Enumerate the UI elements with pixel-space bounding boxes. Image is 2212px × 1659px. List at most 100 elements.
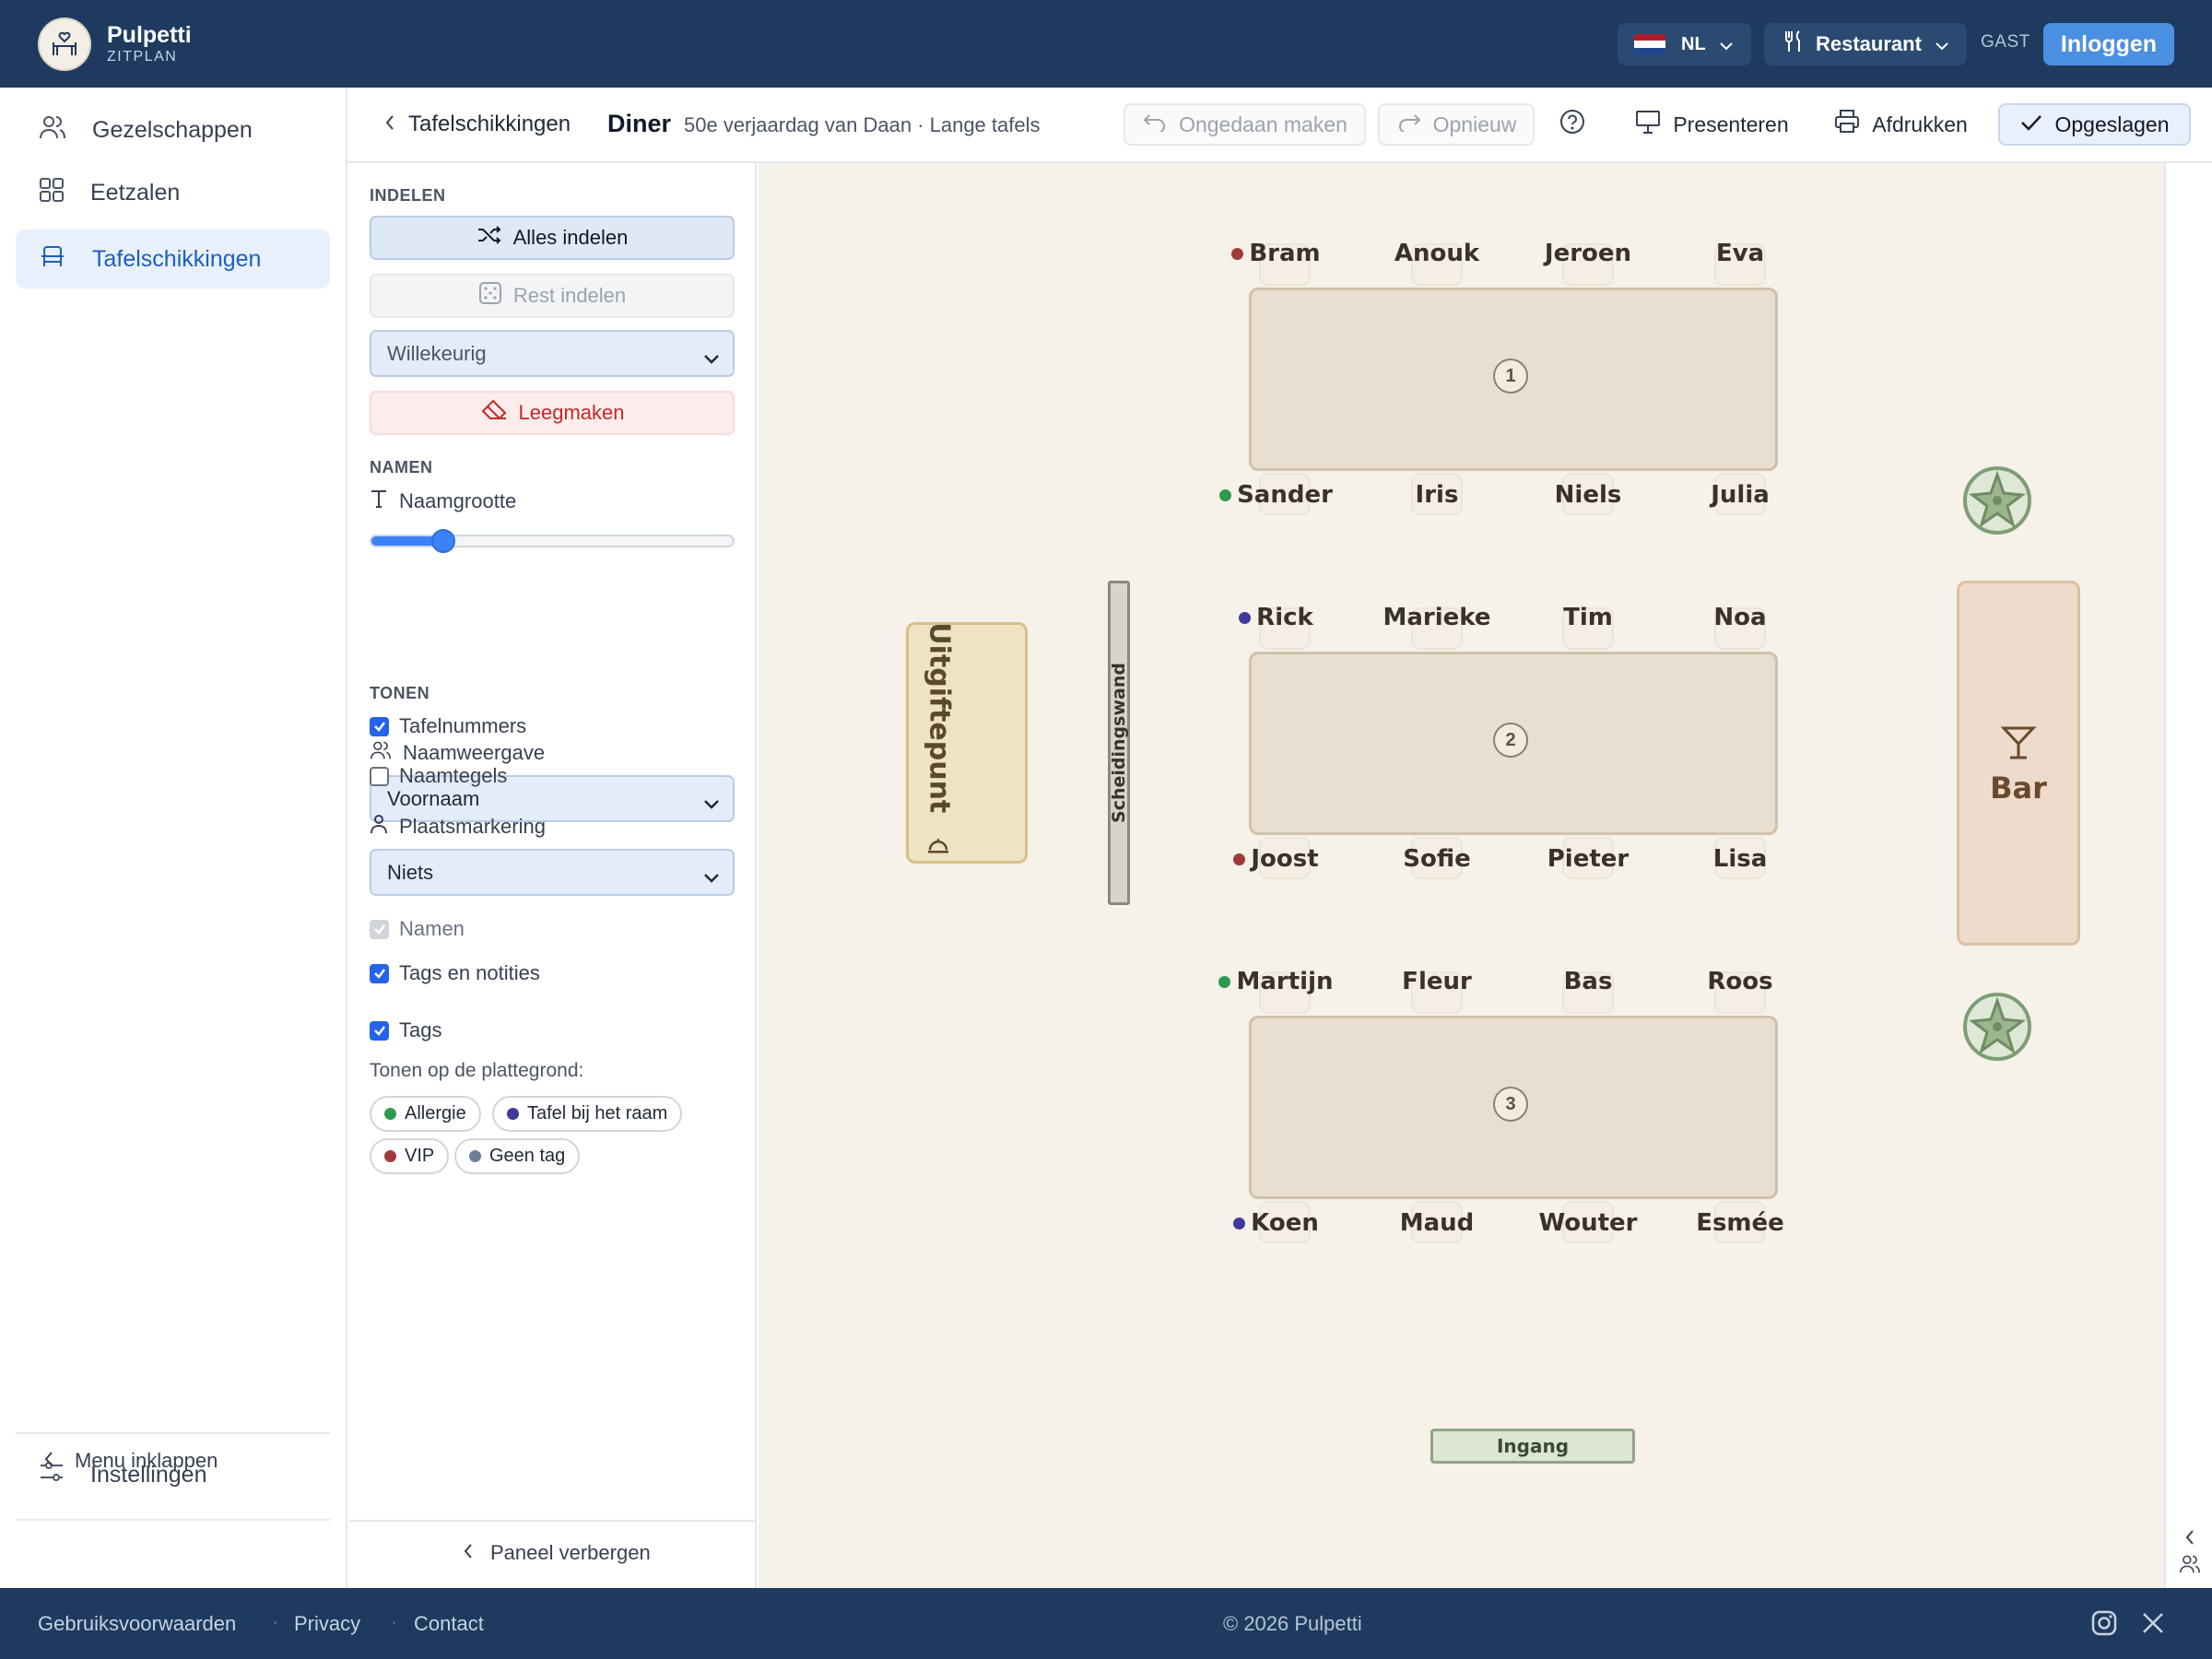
assign-rest-button[interactable]: Rest indelen bbox=[370, 274, 735, 318]
checkbox[interactable] bbox=[370, 919, 389, 939]
login-button[interactable]: Inloggen bbox=[2043, 23, 2174, 65]
tag-dot bbox=[469, 1150, 481, 1162]
present-button[interactable]: Presenteren bbox=[1624, 103, 1799, 146]
sidebar-item-gezelschappen[interactable]: Gezelschappen bbox=[16, 100, 330, 159]
undo-button[interactable]: Ongedaan maken bbox=[1124, 103, 1366, 146]
person-icon bbox=[370, 814, 388, 840]
guest-name[interactable]: Iris bbox=[1416, 481, 1459, 509]
name-size-label: Naamgrootte bbox=[370, 488, 516, 514]
chevron-down-icon bbox=[703, 865, 720, 889]
checkbox-label: Tafelnummers bbox=[399, 714, 527, 737]
guest-name[interactable]: Rick bbox=[1256, 604, 1313, 631]
tag-chip-no-tag[interactable]: Geen tag bbox=[454, 1138, 581, 1174]
tag-label: Allergie bbox=[405, 1103, 466, 1124]
collapse-menu-button[interactable]: Menu inklappen bbox=[43, 1449, 218, 1473]
guest-name[interactable]: Maud bbox=[1400, 1209, 1475, 1237]
checkbox-name-tiles[interactable]: Naamtegels bbox=[370, 764, 507, 788]
back-to-arrangements-link[interactable]: Tafelschikkingen bbox=[384, 112, 571, 137]
guest-name[interactable]: Lisa bbox=[1713, 845, 1768, 873]
help-button[interactable] bbox=[1549, 103, 1595, 146]
guest-name[interactable]: Bram bbox=[1249, 240, 1320, 267]
netherlands-flag-icon bbox=[1634, 34, 1665, 54]
guest-name[interactable]: Sander bbox=[1237, 481, 1333, 509]
assign-all-button[interactable]: Alles indelen bbox=[370, 216, 735, 260]
checkbox-tags-notes[interactable]: Tags en notities bbox=[370, 961, 540, 985]
arrangement-header: Tafelschikkingen Diner 50e verjaardag va… bbox=[347, 88, 2212, 163]
guest-name[interactable]: Esmée bbox=[1696, 1209, 1784, 1237]
guest-name[interactable]: Sofie bbox=[1403, 845, 1471, 873]
guest-name[interactable]: Pieter bbox=[1547, 845, 1630, 873]
guest-drawer-strip bbox=[2164, 163, 2212, 1588]
guest-name[interactable]: Koen bbox=[1251, 1209, 1319, 1237]
guest-name[interactable]: Wouter bbox=[1538, 1209, 1637, 1237]
name-size-slider[interactable] bbox=[370, 529, 735, 553]
chevron-down-icon bbox=[1719, 32, 1734, 56]
place-marker-select[interactable]: Niets bbox=[370, 849, 735, 896]
tag-chip-vip[interactable]: VIP bbox=[370, 1138, 450, 1174]
mode-selector[interactable]: Restaurant bbox=[1764, 23, 1967, 65]
guest-name[interactable]: Anouk bbox=[1394, 240, 1479, 267]
name-display-value: Voornaam bbox=[387, 786, 480, 810]
brand-logo-link[interactable]: Pulpetti ZITPLAN bbox=[38, 18, 192, 71]
sidebar: Gezelschappen Eetzalen Tafelschikkingen … bbox=[0, 88, 347, 1588]
terms-link[interactable]: Gebruiksvoorwaarden bbox=[38, 1612, 236, 1636]
sidebar-item-label: Eetzalen bbox=[90, 179, 181, 206]
saved-label: Opgeslagen bbox=[2054, 112, 2170, 136]
instagram-icon[interactable] bbox=[2091, 1610, 2117, 1641]
language-label: NL bbox=[1681, 33, 1706, 54]
checkbox-names[interactable]: Namen bbox=[370, 917, 465, 941]
hide-panel-button[interactable]: Paneel verbergen bbox=[463, 1541, 651, 1565]
language-selector[interactable]: NL bbox=[1618, 23, 1751, 65]
guest-name[interactable]: Tim bbox=[1563, 604, 1613, 631]
checkbox[interactable] bbox=[370, 1020, 389, 1041]
guest-name[interactable]: Fleur bbox=[1402, 968, 1472, 995]
redo-button[interactable]: Opnieuw bbox=[1378, 103, 1535, 146]
expand-guest-drawer-button[interactable] bbox=[2179, 1529, 2201, 1579]
guest-name[interactable]: Niels bbox=[1555, 481, 1622, 509]
checkbox-table-numbers[interactable]: Tafelnummers bbox=[370, 714, 526, 738]
plant-icon[interactable] bbox=[1962, 992, 2032, 1062]
table-2[interactable]: 2 bbox=[1249, 652, 1778, 835]
clear-button[interactable]: Leegmaken bbox=[370, 391, 735, 435]
checkbox[interactable] bbox=[370, 963, 389, 983]
guest-name[interactable]: Bas bbox=[1564, 968, 1613, 995]
tag-chip-allergie[interactable]: Allergie bbox=[370, 1096, 481, 1132]
copyright: © 2026 Pulpetti bbox=[1223, 1612, 1362, 1635]
sidebar-item-eetzalen[interactable]: Eetzalen bbox=[16, 163, 330, 222]
x-twitter-icon[interactable] bbox=[2141, 1611, 2165, 1641]
print-button[interactable]: Afdrukken bbox=[1822, 103, 1979, 146]
tag-label: Tafel bij het raam bbox=[527, 1103, 668, 1124]
contact-link[interactable]: Contact bbox=[414, 1612, 484, 1636]
cloche-icon bbox=[924, 832, 952, 867]
sidebar-item-tafelschikkingen[interactable]: Tafelschikkingen bbox=[16, 229, 330, 288]
privacy-link[interactable]: Privacy bbox=[294, 1612, 360, 1636]
guest-name[interactable]: Joost bbox=[1251, 845, 1318, 873]
checkbox-tags[interactable]: Tags bbox=[370, 1018, 441, 1042]
guest-name[interactable]: Roos bbox=[1707, 968, 1772, 995]
redo-icon bbox=[1396, 112, 1422, 137]
divider bbox=[16, 1432, 330, 1434]
table-3[interactable]: 3 bbox=[1249, 1016, 1778, 1199]
saved-button[interactable]: Opgeslagen bbox=[1998, 103, 2191, 146]
print-label: Afdrukken bbox=[1872, 112, 1968, 136]
slider-thumb[interactable] bbox=[431, 529, 456, 553]
divider bbox=[16, 1519, 330, 1521]
guest-name[interactable]: Noa bbox=[1713, 604, 1766, 631]
assign-method-select[interactable]: Willekeurig bbox=[370, 330, 735, 377]
dice-icon bbox=[478, 281, 502, 311]
guest-name[interactable]: Eva bbox=[1716, 240, 1764, 267]
entrance[interactable]: Ingang bbox=[1430, 1429, 1635, 1464]
guest-name[interactable]: Martijn bbox=[1236, 968, 1333, 995]
footer: Gebruiksvoorwaarden · Privacy · Contact … bbox=[0, 1588, 2212, 1659]
plant-icon[interactable] bbox=[1962, 465, 2032, 535]
checkbox-label: Naamtegels bbox=[399, 764, 508, 787]
checkbox[interactable] bbox=[370, 716, 389, 736]
guest-name[interactable]: Jeroen bbox=[1545, 240, 1631, 267]
guest-name[interactable]: Marieke bbox=[1382, 604, 1490, 631]
table-1[interactable]: 1 bbox=[1249, 288, 1778, 471]
presentation-icon bbox=[1634, 109, 1662, 140]
place-marker-value: Niets bbox=[387, 860, 434, 884]
guest-name[interactable]: Julia bbox=[1711, 481, 1770, 509]
tag-chip-window-table[interactable]: Tafel bij het raam bbox=[492, 1096, 683, 1132]
checkbox[interactable] bbox=[370, 766, 389, 786]
